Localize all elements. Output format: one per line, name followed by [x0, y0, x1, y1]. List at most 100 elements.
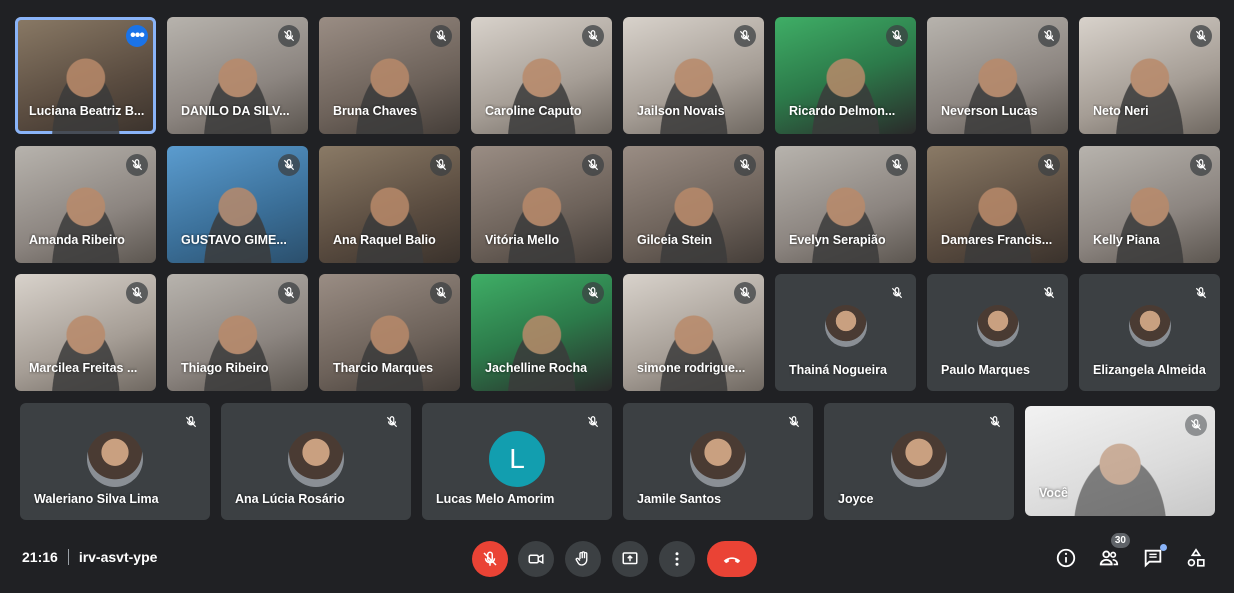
participant-tile[interactable]: Thiago Ribeiro: [167, 274, 308, 391]
participant-tile[interactable]: Thainá Nogueira: [775, 274, 916, 391]
participant-tile[interactable]: GUSTAVO GIME...: [167, 146, 308, 263]
participant-tile[interactable]: Damares Francis...: [927, 146, 1068, 263]
participant-tile[interactable]: Jamile Santos: [623, 403, 813, 520]
participant-name: simone rodrigue...: [637, 361, 746, 375]
participant-name: Ana Lúcia Rosário: [235, 492, 345, 506]
participant-name: Ricardo Delmon...: [789, 104, 896, 118]
meeting-details-button[interactable]: [1053, 545, 1079, 571]
mic-off-icon: [1190, 282, 1212, 304]
camera-icon: [528, 554, 544, 564]
meeting-time: 21:16: [22, 549, 58, 565]
mic-off-icon: [582, 411, 604, 433]
avatar: [824, 304, 867, 347]
participant-video: [1105, 178, 1194, 263]
info-icon: [1056, 548, 1076, 568]
participant-name: Lucas Melo Amorim: [436, 492, 555, 506]
camera-toggle-button[interactable]: [518, 541, 554, 577]
participant-name: Neto Neri: [1093, 104, 1149, 118]
avatar-initial: L: [489, 430, 545, 487]
participant-video: [649, 178, 738, 263]
participant-tile[interactable]: Neverson Lucas: [927, 17, 1068, 134]
participant-video: [345, 306, 434, 391]
participant-video: [41, 178, 130, 263]
participant-tile[interactable]: Caroline Caputo: [471, 17, 612, 134]
participant-video: [1105, 49, 1194, 134]
participant-video: [649, 49, 738, 134]
participant-name: Vitória Mello: [485, 233, 560, 247]
participant-tile[interactable]: Neto Neri: [1079, 17, 1220, 134]
participant-name: Jachelline Rocha: [485, 361, 588, 375]
participant-name: Jamile Santos: [637, 492, 722, 506]
participant-tile[interactable]: Gilceia Stein: [623, 146, 764, 263]
more-options-icon[interactable]: •••: [126, 25, 148, 47]
participant-name: Damares Francis...: [941, 233, 1053, 247]
raise-hand-icon: [575, 551, 588, 566]
participant-tile[interactable]: Marcilea Freitas ...: [15, 274, 156, 391]
present-screen-button[interactable]: [612, 541, 648, 577]
activities-icon: [1187, 548, 1205, 567]
participant-tile[interactable]: Amanda Ribeiro: [15, 146, 156, 263]
participant-video: [649, 306, 738, 391]
participant-name: Paulo Marques: [941, 363, 1030, 377]
participant-tile[interactable]: Joyce: [824, 403, 1014, 520]
present-screen-icon: [622, 552, 638, 565]
mic-toggle-button[interactable]: [472, 541, 508, 577]
mic-off-icon: [886, 154, 908, 176]
mic-off-icon: [734, 25, 756, 47]
chat-button[interactable]: [1140, 544, 1167, 571]
participant-tile[interactable]: Ricardo Delmon...: [775, 17, 916, 134]
avatar: [87, 430, 143, 487]
more-options-button[interactable]: [659, 541, 695, 577]
mic-off-icon: [278, 25, 300, 47]
participant-name: Thiago Ribeiro: [181, 361, 269, 375]
raise-hand-button[interactable]: [565, 541, 601, 577]
participant-tile[interactable]: Jailson Novais: [623, 17, 764, 134]
participant-name: Kelly Piana: [1093, 233, 1160, 247]
participant-name: Jailson Novais: [637, 104, 725, 118]
participant-video: [497, 306, 586, 391]
mic-off-icon: [278, 282, 300, 304]
participant-tile[interactable]: Bruna Chaves: [319, 17, 460, 134]
participant-video: [953, 178, 1042, 263]
participant-tile[interactable]: L Lucas Melo Amorim: [422, 403, 612, 520]
more-vert-icon: [675, 552, 679, 566]
participant-video: [801, 178, 890, 263]
participants-button[interactable]: 30: [1096, 533, 1130, 571]
mic-off-icon: [984, 411, 1006, 433]
avatar: [891, 430, 947, 487]
participant-tile[interactable]: Waleriano Silva Lima: [20, 403, 210, 520]
mic-off-icon: [734, 154, 756, 176]
mic-off-icon: [180, 411, 202, 433]
participant-tile[interactable]: Vitória Mello: [471, 146, 612, 263]
mic-off-icon: [886, 282, 908, 304]
participant-tile[interactable]: Elizangela Almeida: [1079, 274, 1220, 391]
meeting-info: 21:16 irv-asvt-ype: [22, 549, 157, 565]
participant-video: [801, 49, 890, 134]
participant-tile[interactable]: Kelly Piana: [1079, 146, 1220, 263]
activities-button[interactable]: [1183, 545, 1209, 571]
participant-name: Amanda Ribeiro: [29, 233, 125, 247]
participant-tile[interactable]: ••• Luciana Beatriz B...: [15, 17, 156, 134]
participant-video: [497, 178, 586, 263]
mic-off-icon: [1038, 282, 1060, 304]
participant-video: [41, 49, 130, 134]
participant-tile[interactable]: simone rodrigue...: [623, 274, 764, 391]
participant-tile[interactable]: Ana Raquel Balio: [319, 146, 460, 263]
mic-off-icon: [582, 154, 604, 176]
participant-name: Ana Raquel Balio: [333, 233, 436, 247]
participant-tile[interactable]: Evelyn Serapião: [775, 146, 916, 263]
participant-video: [193, 49, 282, 134]
participant-tile[interactable]: Tharcio Marques: [319, 274, 460, 391]
participant-video: [345, 49, 434, 134]
self-video: [1061, 437, 1179, 516]
participant-tile[interactable]: Paulo Marques: [927, 274, 1068, 391]
self-view-tile[interactable]: Você: [1025, 406, 1215, 516]
mic-off-icon: [582, 25, 604, 47]
participant-tile[interactable]: Ana Lúcia Rosário: [221, 403, 411, 520]
participant-count-badge: 30: [1110, 533, 1130, 548]
participant-tile[interactable]: DANILO DA SILV...: [167, 17, 308, 134]
mic-off-icon: [1190, 25, 1212, 47]
participant-tile[interactable]: Jachelline Rocha: [471, 274, 612, 391]
mic-off-icon: [1038, 25, 1060, 47]
leave-call-button[interactable]: [707, 541, 757, 577]
